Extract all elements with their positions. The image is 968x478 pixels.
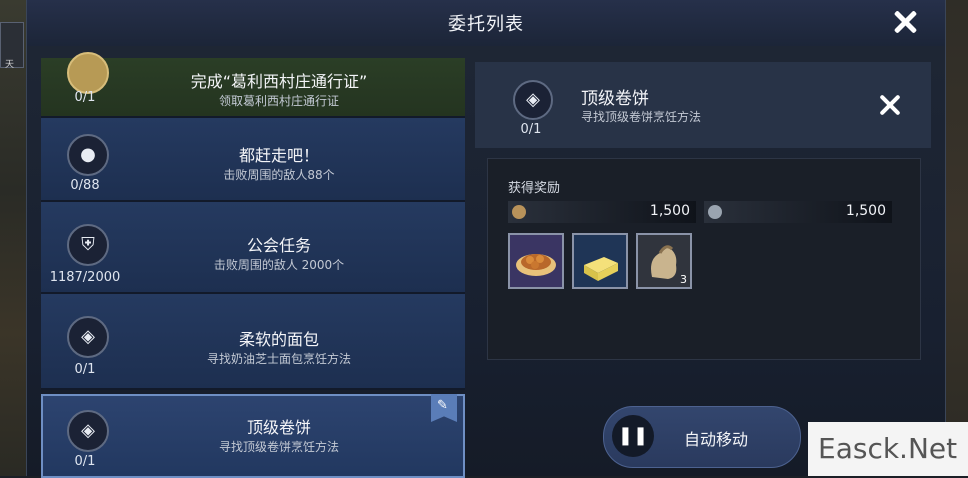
quest-title: 公会任务 xyxy=(246,236,311,255)
pin-icon[interactable]: ✎ xyxy=(431,394,457,422)
quest-detail: ◈ 0/1 顶级卷饼 寻找顶级卷饼烹饪方法 获得奖励 1,500 1,500 3… xyxy=(475,62,931,476)
title-bar: 委托列表 xyxy=(27,0,945,46)
butter-block-icon xyxy=(584,257,618,281)
watermark-text: Easck.Net xyxy=(818,432,958,465)
quest-subtitle: 寻找顶级卷饼烹饪方法 xyxy=(218,440,339,454)
quest-title: 都赶走吧！ xyxy=(238,146,319,165)
recipe-icon: ◈ xyxy=(67,316,109,358)
quest-list[interactable]: 0/1 完成“葛利西村庄通行证” 领取葛利西村庄通行证 ● 0/88 都赶走吧！… xyxy=(41,52,467,478)
commission-panel: 委托列表 0/1 完成“葛利西村庄通行证” 领取葛利西村庄通行证 ● 0/88 … xyxy=(26,0,946,478)
pastry-plate-icon xyxy=(516,254,556,276)
detail-header: ◈ 0/1 顶级卷饼 寻找顶级卷饼烹饪方法 xyxy=(475,62,931,148)
quest-subtitle: 击败周围的敌人88个 xyxy=(223,168,335,182)
detail-title: 顶级卷饼 xyxy=(581,89,649,109)
quest-title: 顶级卷饼 xyxy=(246,418,311,437)
pouch-icon xyxy=(67,52,109,94)
reward-item-pastry[interactable] xyxy=(508,233,564,289)
recipe-icon: ◈ xyxy=(67,410,109,452)
quest-subtitle: 领取葛利西村庄通行证 xyxy=(218,94,339,108)
footsteps-icon: ❚❚ xyxy=(612,415,654,457)
quest-title: 完成“葛利西村庄通行证” xyxy=(190,72,368,91)
detail-progress: 0/1 xyxy=(520,122,542,137)
close-icon[interactable] xyxy=(891,8,919,36)
close-detail-icon[interactable] xyxy=(877,92,903,118)
gold-currency: 1,500 xyxy=(508,201,696,223)
rewards-box: 获得奖励 1,500 1,500 3 xyxy=(487,158,921,360)
quest-subtitle: 寻找奶油芝士面包烹饪方法 xyxy=(206,352,351,366)
quest-progress: 0/88 xyxy=(70,178,100,193)
quest-progress: 0/1 xyxy=(74,454,96,469)
auto-move-label: 自动移动 xyxy=(684,430,749,449)
quest-progress: 1187/2000 xyxy=(49,270,121,285)
gold-coin-icon xyxy=(512,205,526,219)
rewards-label: 获得奖励 xyxy=(508,181,561,196)
quest-item-pass[interactable]: 0/1 完成“葛利西村庄通行证” 领取葛利西村庄通行证 xyxy=(41,52,465,118)
watermark: Easck.Net xyxy=(808,422,968,476)
mini-widget: 天 xyxy=(0,22,24,70)
quest-title: 柔软的面包 xyxy=(238,330,319,349)
silver-currency: 1,500 xyxy=(704,201,892,223)
reward-item-butter[interactable] xyxy=(572,233,628,289)
quest-item-guild[interactable]: ⛨ 1187/2000 公会任务 击败周围的敌人 2000个 xyxy=(41,202,465,294)
silver-amount: 1,500 xyxy=(845,203,886,219)
item-quantity: 3 xyxy=(680,273,687,286)
quest-subtitle: 击败周围的敌人 2000个 xyxy=(213,258,345,272)
panel-title: 委托列表 xyxy=(448,14,524,35)
silver-coin-icon xyxy=(708,205,722,219)
reward-item-flour[interactable]: 3 xyxy=(636,233,692,289)
recipe-icon: ◈ xyxy=(513,80,553,120)
quest-item-drive-away[interactable]: ● 0/88 都赶走吧！ 击败周围的敌人88个 xyxy=(41,118,465,202)
mini-widget-label: 天 xyxy=(5,60,15,70)
quest-progress: 0/1 xyxy=(74,362,96,377)
auto-move-button[interactable]: ❚❚ 自动移动 xyxy=(603,406,801,468)
gold-amount: 1,500 xyxy=(649,203,690,219)
shield-icon: ⛨ xyxy=(67,224,109,266)
quest-item-burrito[interactable]: ✎ ◈ 0/1 顶级卷饼 寻找顶级卷饼烹饪方法 xyxy=(41,394,465,478)
quest-item-soft-bread[interactable]: ◈ 0/1 柔软的面包 寻找奶油芝士面包烹饪方法 xyxy=(41,294,465,390)
quest-progress: 0/1 xyxy=(74,90,96,105)
flame-icon: ● xyxy=(67,134,109,176)
detail-subtitle: 寻找顶级卷饼烹饪方法 xyxy=(581,110,702,124)
